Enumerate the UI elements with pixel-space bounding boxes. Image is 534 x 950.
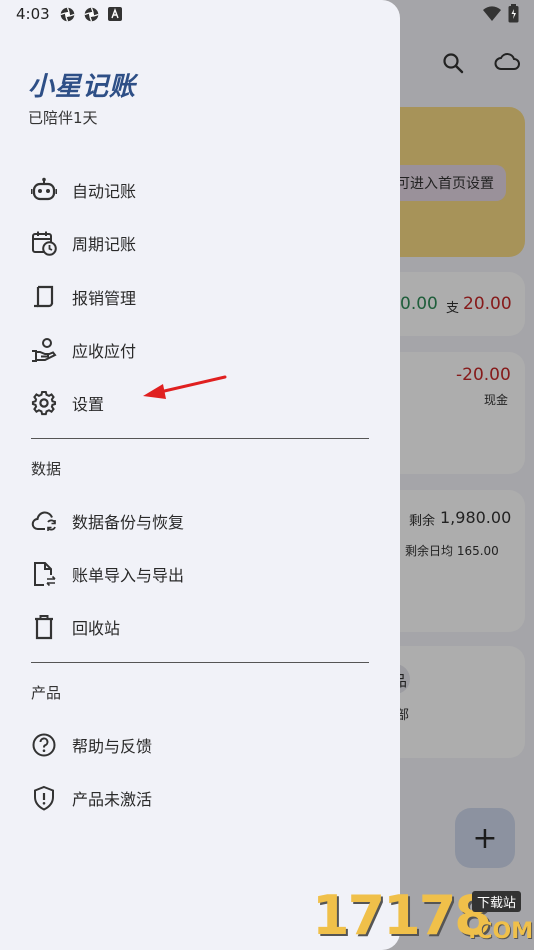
- menu-label: 应收应付: [72, 342, 137, 361]
- status-time: 4:03: [16, 5, 50, 23]
- menu-label: 账单导入与导出: [72, 566, 185, 585]
- menu-label: 设置: [72, 395, 105, 414]
- menu-label: 产品未激活: [72, 790, 153, 809]
- robot-icon: [30, 176, 58, 204]
- site-watermark: 17178 下载站 .COM: [312, 885, 534, 950]
- navigation-drawer: 小星记账 已陪伴1天 自动记账 周期记账 报销管理 应收应付 设置 数据 数据备…: [0, 0, 400, 950]
- help-circle-icon: [30, 731, 58, 759]
- menu-backup-restore[interactable]: 数据备份与恢复: [30, 499, 370, 543]
- divider: [31, 438, 369, 439]
- companion-days: 已陪伴1天: [28, 109, 98, 127]
- app-title: 小星记账: [28, 72, 137, 102]
- menu-label: 回收站: [72, 619, 121, 638]
- watermark-domain: .COM: [468, 919, 534, 944]
- menu-settings[interactable]: 设置: [30, 381, 370, 425]
- menu-help-feedback[interactable]: 帮助与反馈: [30, 723, 370, 767]
- app-notification-icon: [60, 7, 75, 22]
- cloud-sync-icon: [30, 507, 58, 535]
- menu-auto-bookkeeping[interactable]: 自动记账: [30, 168, 370, 212]
- menu-label: 周期记账: [72, 235, 137, 254]
- menu-product-not-activated[interactable]: 产品未激活: [30, 776, 370, 820]
- menu-periodic-bookkeeping[interactable]: 周期记账: [30, 221, 370, 265]
- section-data-heading: 数据: [31, 460, 62, 478]
- watermark-badge: 下载站: [472, 891, 522, 912]
- battery-icon: [508, 4, 519, 23]
- menu-recycle-bin[interactable]: 回收站: [30, 605, 370, 649]
- menu-receivables-payables[interactable]: 应收应付: [30, 328, 370, 372]
- calendar-clock-icon: [30, 229, 58, 257]
- file-transfer-icon: [30, 560, 58, 588]
- menu-label: 报销管理: [72, 289, 137, 308]
- menu-reimbursement[interactable]: 报销管理: [30, 275, 370, 319]
- wifi-icon: [483, 6, 501, 22]
- gear-icon: [30, 389, 58, 417]
- shield-alert-icon: [30, 784, 58, 812]
- menu-label: 数据备份与恢复: [72, 513, 185, 532]
- a-notification-icon: [108, 7, 122, 21]
- menu-label: 帮助与反馈: [72, 737, 153, 756]
- receipt-icon: [30, 283, 58, 311]
- menu-import-export[interactable]: 账单导入与导出: [30, 552, 370, 596]
- divider: [31, 662, 369, 663]
- hand-money-icon: [30, 336, 58, 364]
- trash-icon: [30, 613, 58, 641]
- app-notification-icon: [84, 7, 99, 22]
- section-product-heading: 产品: [31, 684, 62, 702]
- watermark-number: 17178: [312, 884, 492, 947]
- menu-label: 自动记账: [72, 182, 137, 201]
- status-bar: 4:03: [0, 0, 534, 30]
